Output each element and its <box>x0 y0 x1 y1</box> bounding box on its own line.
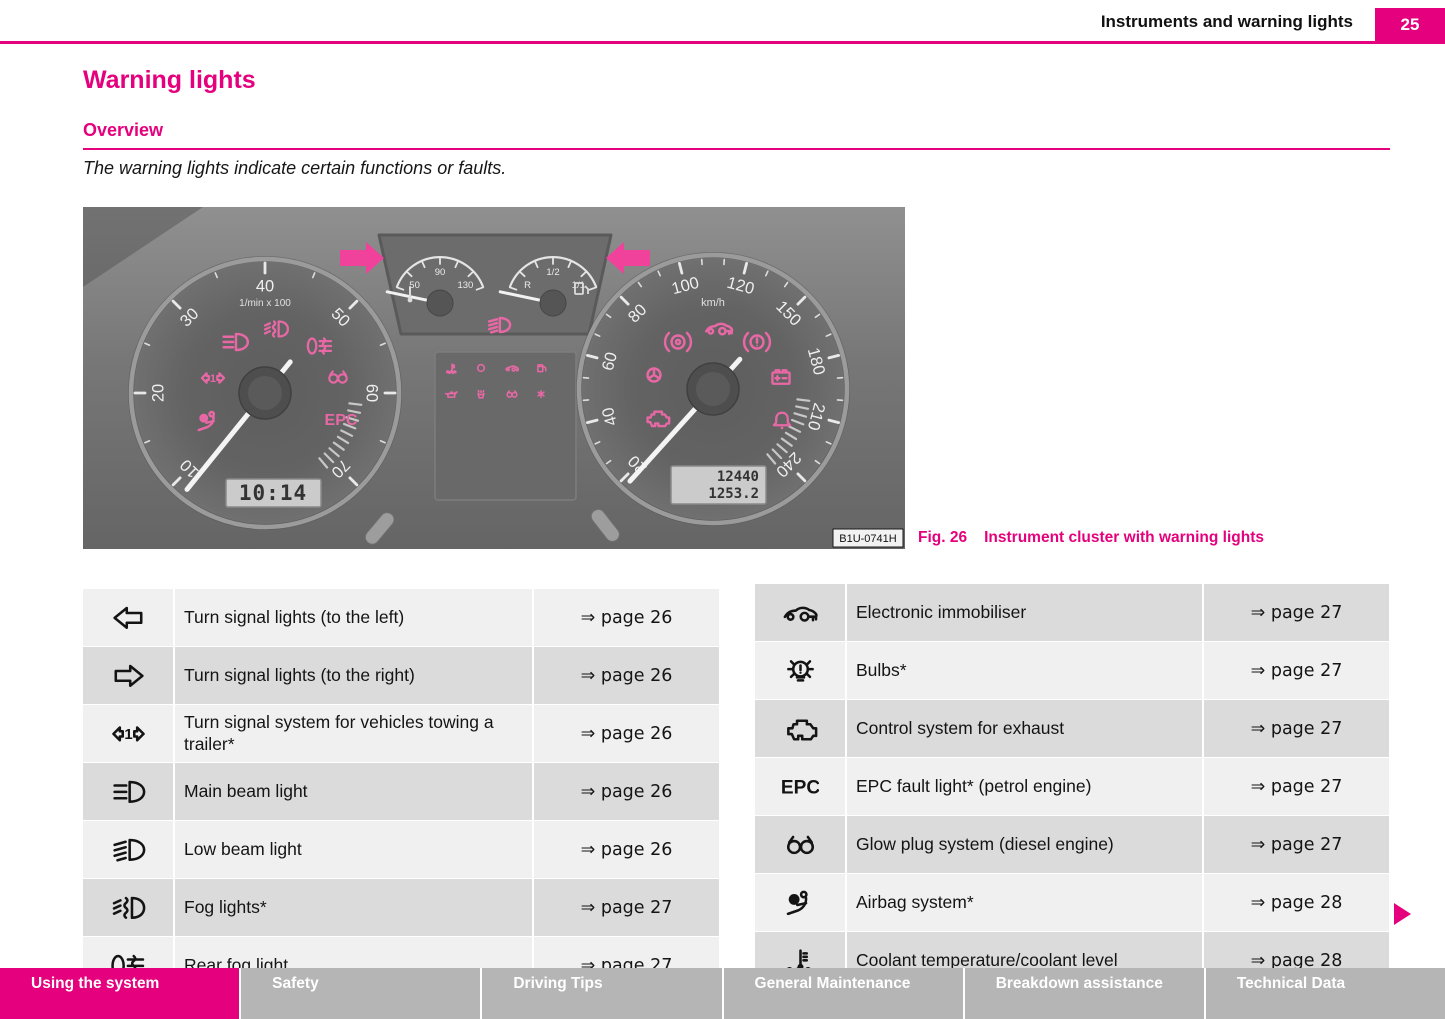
svg-text:40: 40 <box>256 277 274 295</box>
warning-light-label: Main beam light <box>175 763 532 820</box>
turn-left-icon <box>83 589 173 646</box>
fog-light-icon <box>83 879 173 936</box>
page-reference[interactable]: ⇒ page 26 <box>534 705 719 762</box>
table-row: Main beam light⇒ page 26 <box>83 763 719 820</box>
table-row: Low beam light⇒ page 26 <box>83 821 719 878</box>
exhaust-icon <box>755 700 845 757</box>
svg-text:10:14: 10:14 <box>239 481 307 505</box>
footer-tab-general-maintenance[interactable]: General Maintenance <box>724 968 963 1019</box>
svg-text:1/min x 100: 1/min x 100 <box>239 298 291 309</box>
footer-nav: Using the systemSafetyDriving TipsGenera… <box>0 968 1445 1019</box>
warning-light-label: Glow plug system (diesel engine) <box>847 816 1202 873</box>
section-heading: Overview <box>83 120 1390 141</box>
warning-light-label: Turn signal lights (to the right) <box>175 647 532 704</box>
page-number-badge: 25 <box>1375 8 1445 41</box>
svg-text:130: 130 <box>457 280 473 291</box>
page-reference[interactable]: ⇒ page 27 <box>1204 642 1389 699</box>
warning-light-label: Fog lights* <box>175 879 532 936</box>
manual-page: Instruments and warning lights 25 Warnin… <box>0 0 1445 1019</box>
warning-light-label: Turn signal lights (to the left) <box>175 589 532 646</box>
page-reference[interactable]: ⇒ page 27 <box>534 879 719 936</box>
page-reference[interactable]: ⇒ page 27 <box>1204 700 1389 757</box>
svg-text:B1U-0741H: B1U-0741H <box>839 533 897 545</box>
svg-text:12440: 12440 <box>717 469 759 485</box>
turn-right-icon <box>83 647 173 704</box>
figure-caption: Fig. 26 Instrument cluster with warning … <box>918 529 1264 547</box>
page-reference[interactable]: ⇒ page 27 <box>1204 758 1389 815</box>
intro-text: The warning lights indicate certain func… <box>83 158 506 179</box>
bulb-icon <box>755 642 845 699</box>
footer-tab-technical-data[interactable]: Technical Data <box>1206 968 1445 1019</box>
svg-text:R: R <box>524 280 531 291</box>
continuation-arrow-icon <box>1394 903 1411 925</box>
svg-text:1/2: 1/2 <box>546 267 559 278</box>
epc-icon: EPC <box>755 758 845 815</box>
main-beam-icon <box>83 763 173 820</box>
table-row: Turn signal lights (to the right)⇒ page … <box>83 647 719 704</box>
section-heading-block: Overview <box>83 120 1390 150</box>
svg-text:EPC: EPC <box>782 777 819 798</box>
page-reference[interactable]: ⇒ page 26 <box>534 647 719 704</box>
page-title: Warning lights <box>83 66 256 95</box>
warning-light-label: Bulbs* <box>847 642 1202 699</box>
warning-light-label: Control system for exhaust <box>847 700 1202 757</box>
table-row: Glow plug system (diesel engine)⇒ page 2… <box>755 816 1389 873</box>
svg-text:60: 60 <box>363 384 381 402</box>
warning-light-label: Electronic immobiliser <box>847 584 1202 641</box>
low-beam-icon <box>83 821 173 878</box>
page-reference[interactable]: ⇒ page 26 <box>534 821 719 878</box>
header-rule <box>0 41 1445 44</box>
svg-text:90: 90 <box>435 267 446 278</box>
page-header-title: Instruments and warning lights <box>1101 12 1353 32</box>
page-reference[interactable]: ⇒ page 28 <box>1204 874 1389 931</box>
table-row: Electronic immobiliser⇒ page 27 <box>755 584 1389 641</box>
svg-text:20: 20 <box>149 384 167 402</box>
table-row: Fog lights*⇒ page 27 <box>83 879 719 936</box>
airbag-icon <box>755 874 845 931</box>
footer-tab-breakdown-assistance[interactable]: Breakdown assistance <box>965 968 1204 1019</box>
page-reference[interactable]: ⇒ page 26 <box>534 589 719 646</box>
table-row: 1 Turn signal system for vehicles towing … <box>83 705 719 762</box>
svg-text:1: 1 <box>124 726 132 743</box>
page-reference[interactable]: ⇒ page 26 <box>534 763 719 820</box>
glow-plug-icon <box>755 816 845 873</box>
turn-trailer-icon: 1 <box>83 705 173 762</box>
warning-lights-table-right: Electronic immobiliser⇒ page 27Bulbs*⇒ p… <box>755 584 1389 990</box>
figure-caption-text: Instrument cluster with warning lights <box>984 529 1264 547</box>
table-row: Control system for exhaust⇒ page 27 <box>755 700 1389 757</box>
warning-light-label: EPC fault light* (petrol engine) <box>847 758 1202 815</box>
footer-tab-driving-tips[interactable]: Driving Tips <box>482 968 721 1019</box>
svg-text:1: 1 <box>210 373 216 385</box>
svg-text:1253.2: 1253.2 <box>708 486 759 502</box>
warning-light-label: Turn signal system for vehicles towing a… <box>175 705 532 762</box>
immobiliser-icon <box>755 584 845 641</box>
table-row: Bulbs*⇒ page 27 <box>755 642 1389 699</box>
table-row: EPC EPC fault light* (petrol engine)⇒ pag… <box>755 758 1389 815</box>
warning-light-label: Airbag system* <box>847 874 1202 931</box>
svg-text:EPC: EPC <box>325 412 358 429</box>
table-row: Airbag system*⇒ page 28 <box>755 874 1389 931</box>
page-reference[interactable]: ⇒ page 27 <box>1204 584 1389 641</box>
figure-label: Fig. 26 <box>918 529 967 547</box>
svg-text:km/h: km/h <box>701 297 725 309</box>
instrument-cluster-image: 5090130R1/21/1102030405060701/min x 1001… <box>83 207 905 549</box>
warning-light-label: Low beam light <box>175 821 532 878</box>
footer-tab-using-the-system[interactable]: Using the system <box>0 968 239 1019</box>
warning-lights-table-left: Turn signal lights (to the left)⇒ page 2… <box>83 589 719 995</box>
footer-tab-safety[interactable]: Safety <box>241 968 480 1019</box>
page-reference[interactable]: ⇒ page 27 <box>1204 816 1389 873</box>
table-row: Turn signal lights (to the left)⇒ page 2… <box>83 589 719 646</box>
